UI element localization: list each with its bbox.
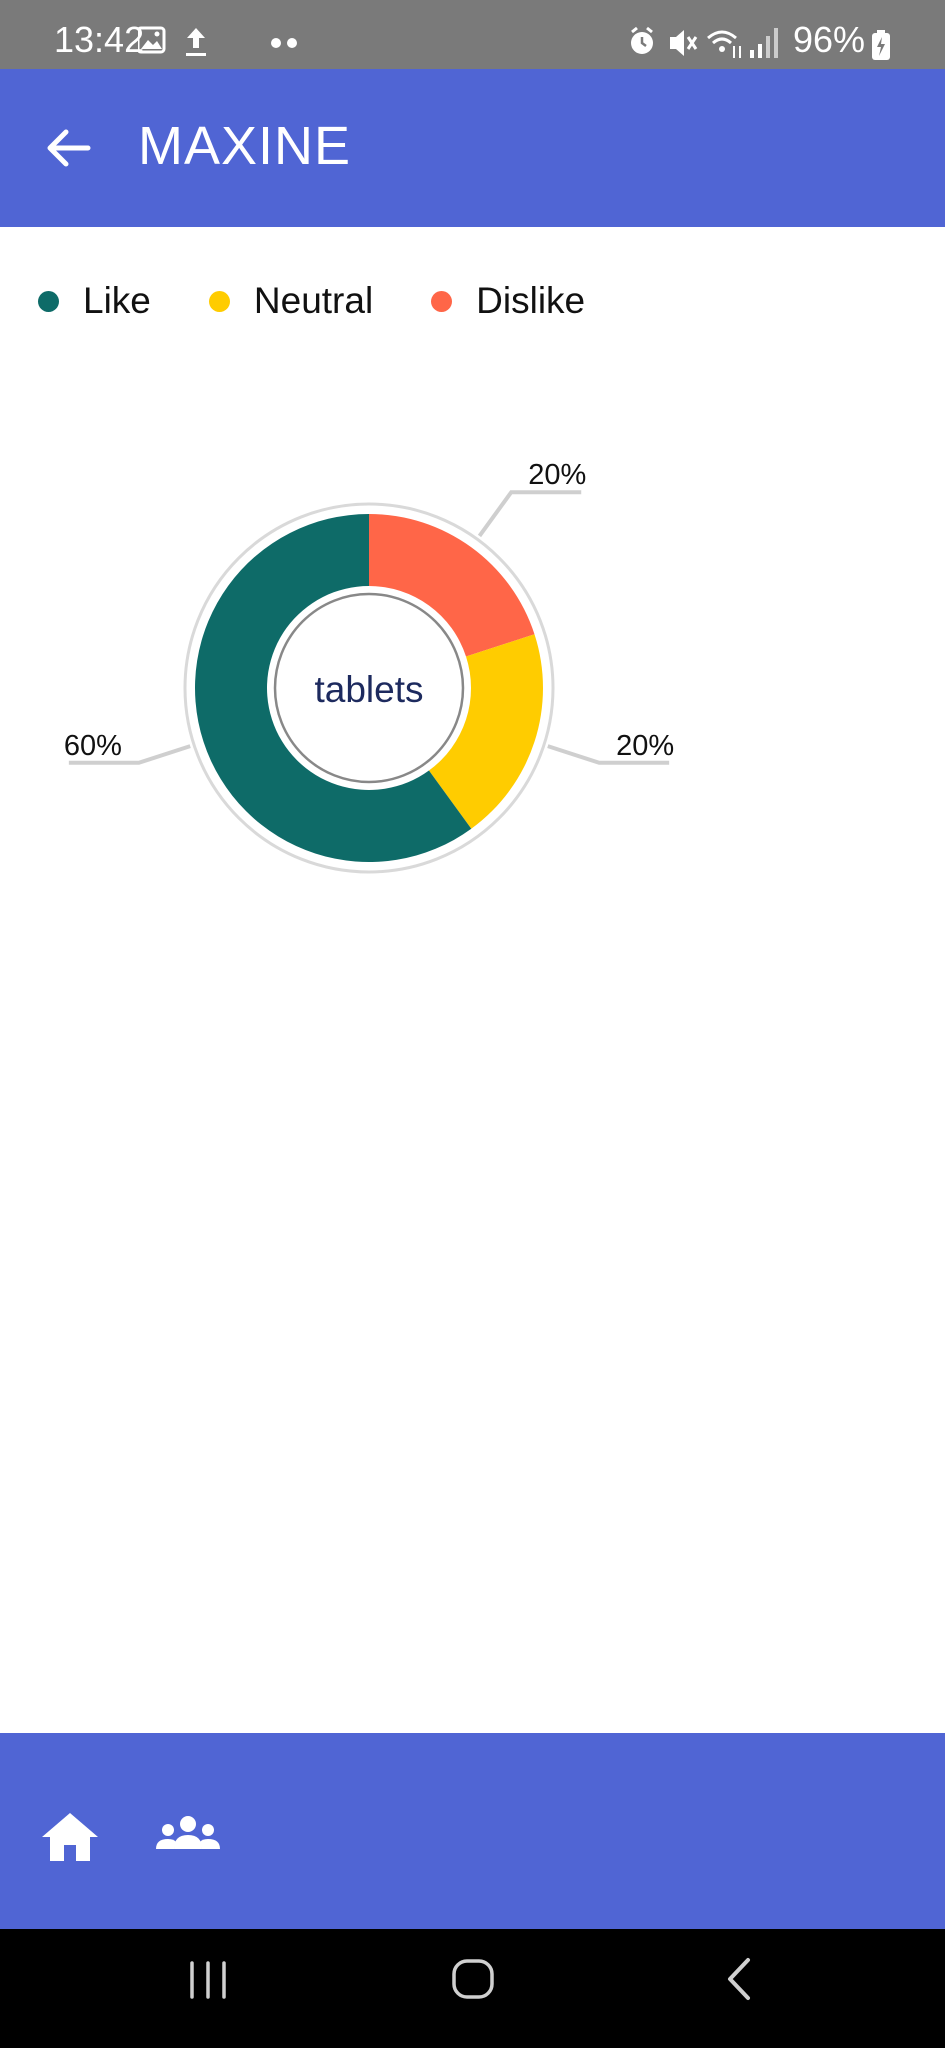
- slice-label: 20%: [616, 730, 674, 762]
- home-icon: [42, 1813, 98, 1861]
- system-back-button[interactable]: [718, 1957, 762, 2006]
- status-time: 13:42: [54, 19, 145, 60]
- people-icon: [156, 1816, 220, 1849]
- battery-icon: [872, 30, 890, 65]
- legend-item-dislike[interactable]: Dislike: [431, 280, 585, 322]
- status-dots: [270, 36, 300, 54]
- nav-home-button[interactable]: [40, 1811, 100, 1863]
- chart-legend: Like Neutral Dislike: [38, 276, 643, 326]
- leader-line: [477, 490, 582, 538]
- nav-groups-button[interactable]: [156, 1815, 220, 1857]
- recent-apps-icon: [190, 1961, 226, 1999]
- mute-icon: [670, 30, 698, 56]
- alarm-icon: [631, 26, 653, 54]
- page-title: MAXINE: [138, 116, 352, 176]
- legend-dot-dislike: [431, 290, 453, 312]
- legend-item-like[interactable]: Like: [38, 280, 151, 322]
- recent-apps-button[interactable]: [186, 1957, 230, 2006]
- status-bar: 13:42 96%: [0, 0, 945, 69]
- system-nav-bar: [0, 1929, 945, 2048]
- image-icon: [136, 26, 166, 54]
- slice-label: 60%: [64, 730, 122, 762]
- system-home-button[interactable]: [451, 1957, 495, 2006]
- legend-item-neutral[interactable]: Neutral: [208, 280, 374, 322]
- legend-label: Like: [83, 280, 151, 321]
- donut-center-label: tablets: [314, 669, 423, 710]
- arrow-left-icon: [47, 129, 91, 167]
- signal-icon: [750, 28, 778, 58]
- status-right-icons: [628, 26, 784, 65]
- upload-icon: [186, 28, 206, 56]
- back-button[interactable]: [36, 115, 102, 181]
- back-chevron-icon: [728, 1958, 750, 2000]
- app-bar: MAXINE: [0, 69, 945, 227]
- wifi-icon: [707, 30, 741, 58]
- legend-dot-like: [38, 290, 59, 312]
- status-battery-text: 96%: [793, 19, 866, 60]
- legend-label: Neutral: [253, 280, 374, 321]
- legend-label: Dislike: [476, 280, 586, 321]
- home-circle-icon: [452, 1959, 494, 1999]
- donut-chart: tablets 20% 20% 60%: [64, 459, 674, 874]
- legend-dot-neutral: [208, 290, 230, 312]
- slice-label: 20%: [528, 459, 586, 491]
- status-left-icons: [136, 26, 242, 65]
- bottom-nav: [0, 1733, 945, 1929]
